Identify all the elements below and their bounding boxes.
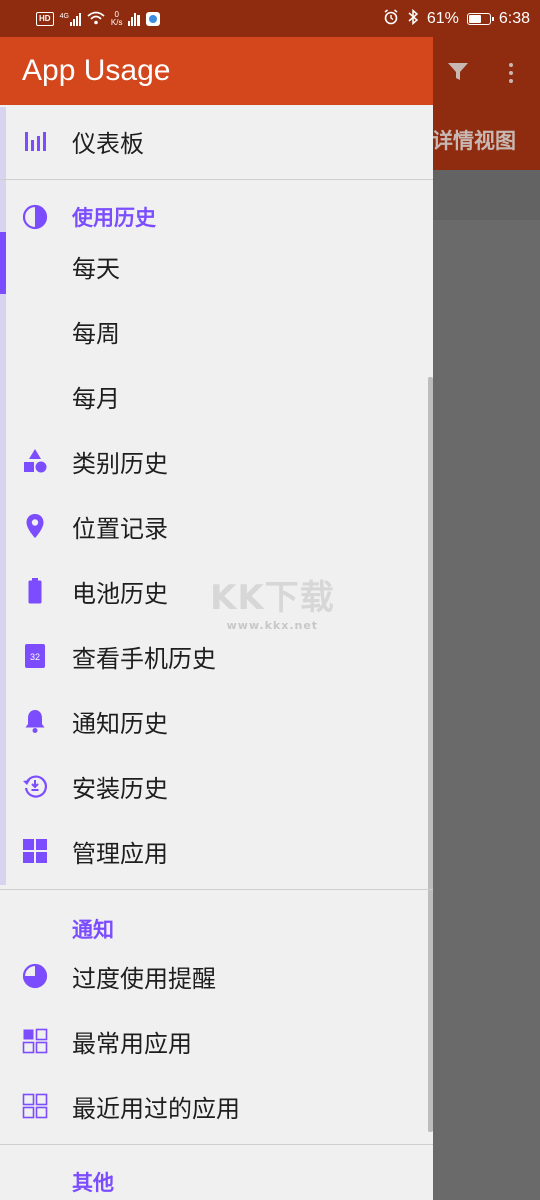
apps-grid-icon xyxy=(22,838,48,864)
bar-chart-icon xyxy=(22,128,48,154)
drawer-item-label: 过度使用提醒 xyxy=(72,964,216,993)
drawer-header: App Usage xyxy=(0,37,433,105)
more-options-icon[interactable] xyxy=(507,63,515,83)
drawer-item-label: 最常用应用 xyxy=(72,1029,192,1058)
status-bar: HD 4G 0 K/s 61% 6:38 xyxy=(0,0,540,37)
drawer-item-monthly[interactable]: 每月 xyxy=(0,365,425,427)
drawer-item-label: 电池历史 xyxy=(72,579,168,608)
drawer-item-label: 最近用过的应用 xyxy=(72,1094,240,1123)
shapes-icon xyxy=(22,448,48,474)
drawer-item-label: 位置记录 xyxy=(72,514,168,543)
wifi-icon xyxy=(87,11,105,28)
filter-icon[interactable] xyxy=(447,62,469,82)
battery-icon xyxy=(466,13,494,25)
navigation-drawer: App Usage 仪表板 使用历史 每天 每周 每月 类别历史 位置记录 电池… xyxy=(0,37,433,1200)
drawer-item-label: 查看手机历史 xyxy=(72,644,216,673)
drawer-item-overuse-reminder[interactable]: 过度使用提醒 xyxy=(0,945,425,1007)
calendar-badge: 32 xyxy=(30,652,40,662)
drawer-item-category-history[interactable]: 类别历史 xyxy=(0,430,425,492)
clock: 6:38 xyxy=(498,10,530,27)
drawer-item-manage-apps[interactable]: 管理应用 xyxy=(0,820,425,882)
drawer-item-label: 安装历史 xyxy=(72,774,168,803)
battery-icon xyxy=(22,578,48,604)
app-title: App Usage xyxy=(22,54,171,87)
section-label: 其他 xyxy=(72,1171,114,1195)
battery-percent: 61% xyxy=(426,10,459,27)
grid-outline-icon xyxy=(22,1093,48,1119)
drawer-item-label: 每天 xyxy=(72,254,120,283)
drawer-item-label: 仪表板 xyxy=(72,129,144,158)
section-label: 通知 xyxy=(72,918,114,942)
drawer-item-label: 管理应用 xyxy=(72,839,168,868)
drawer-item-label: 类别历史 xyxy=(72,449,168,478)
tab-detail-view[interactable]: 详情视图 xyxy=(432,125,516,155)
cellular-signal-icon: 4G xyxy=(59,12,81,26)
drawer-scrollbar[interactable] xyxy=(428,377,433,1132)
drawer-item-label: 每月 xyxy=(72,384,120,413)
divider xyxy=(0,179,433,180)
drawer-item-location-records[interactable]: 位置记录 xyxy=(0,495,425,557)
drawer-item-battery-history[interactable]: 电池历史 xyxy=(0,560,425,622)
drawer-item-label: 通知历史 xyxy=(72,709,168,738)
divider xyxy=(0,1144,433,1145)
drawer-item-dashboard[interactable]: 仪表板 xyxy=(0,110,425,172)
drawer-item-daily[interactable]: 每天 xyxy=(0,235,425,297)
drawer-item-install-history[interactable]: 安装历史 xyxy=(0,755,425,817)
app-notification-icon xyxy=(146,12,161,26)
calendar-icon: 32 xyxy=(22,643,48,669)
signal-bars-icon xyxy=(128,12,141,26)
grid-filled-icon xyxy=(22,1028,48,1054)
drawer-item-label: 每周 xyxy=(72,319,120,348)
pie-chart-icon xyxy=(22,204,48,230)
pie-chart-icon xyxy=(22,963,48,989)
drawer-item-most-used-apps[interactable]: 最常用应用 xyxy=(0,1010,425,1072)
hd-badge: HD xyxy=(36,12,54,26)
drawer-item-recently-used-apps[interactable]: 最近用过的应用 xyxy=(0,1075,425,1137)
speed-unit: K/s xyxy=(110,18,123,27)
bell-icon xyxy=(22,708,48,734)
section-label: 使用历史 xyxy=(72,206,156,230)
location-pin-icon xyxy=(22,513,48,539)
drawer-item-phone-check-history[interactable]: 32 查看手机历史 xyxy=(0,625,425,687)
network-speed: 0 K/s xyxy=(111,11,123,27)
network-type-label: 4G xyxy=(59,12,69,20)
restore-icon xyxy=(22,773,48,799)
divider xyxy=(0,889,433,890)
alarm-icon xyxy=(383,8,399,30)
drawer-item-notification-history[interactable]: 通知历史 xyxy=(0,690,425,752)
section-other: 其他 xyxy=(0,1151,425,1200)
bluetooth-icon xyxy=(407,8,419,30)
drawer-item-weekly[interactable]: 每周 xyxy=(0,300,425,362)
